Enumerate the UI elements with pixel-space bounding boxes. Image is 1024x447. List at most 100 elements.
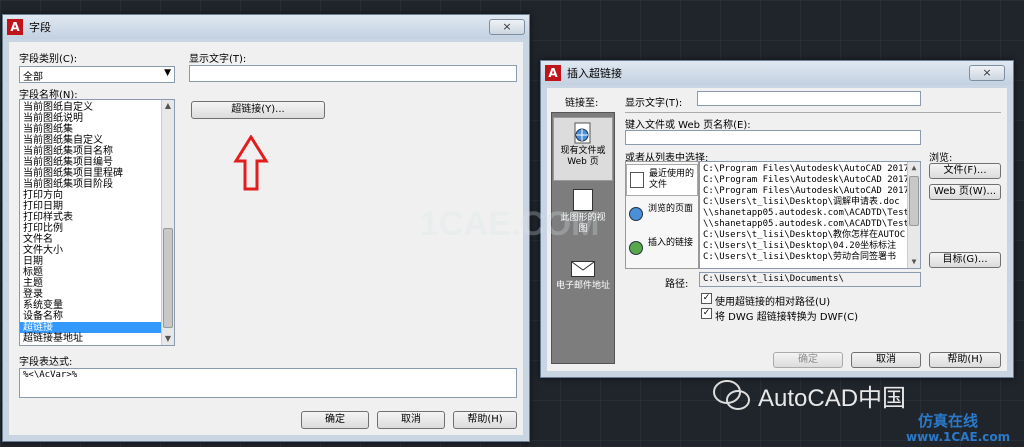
recent-file-item[interactable]: C:\Users\t_lisi\Desktop\调解申请表.doc: [700, 197, 920, 208]
recent-file-item[interactable]: C:\Program Files\Autodesk\AutoCAD 2017\: [700, 175, 920, 186]
field-name-item[interactable]: 打印日期: [20, 201, 174, 212]
url-label: 键入文件或 Web 页名称(E):: [625, 120, 751, 131]
display-text-input[interactable]: [697, 91, 921, 106]
scroll-down-icon[interactable]: ▼: [162, 333, 174, 345]
browse-label: 浏览:: [929, 153, 953, 164]
brand-watermark: AutoCAD中国: [758, 385, 907, 412]
recent-file-item[interactable]: C:\Users\t_lisi\Desktop\教你怎样在AUTOC: [700, 230, 920, 241]
web-page-button[interactable]: Web 页(W)...: [929, 184, 1001, 200]
expression-field: %<\AcVar>%: [19, 368, 517, 398]
red-arrow-annotation: [233, 135, 269, 191]
convert-dwf-checkbox[interactable]: ✓: [701, 308, 712, 319]
file-button[interactable]: 文件(F)...: [929, 163, 1001, 179]
scroll-up-icon[interactable]: ▲: [908, 162, 920, 174]
nav-email[interactable]: 电子邮件地址: [553, 253, 613, 317]
source-tabs: 最近使用的文件 浏览的页面 插入的链接: [625, 161, 699, 269]
ok-button[interactable]: 确定: [773, 352, 843, 368]
field-name-item[interactable]: 当前图纸集项目里程碑: [20, 168, 174, 179]
browsed-pages-icon: [629, 207, 643, 221]
recent-file-item[interactable]: \\shanetapp05.autodesk.com\ACADTD\Test_: [700, 208, 920, 219]
globe-file-icon: [572, 122, 594, 146]
field-name-item[interactable]: 打印样式表: [20, 212, 174, 223]
tab-browsed-pages-label: 浏览的页面: [648, 204, 694, 214]
tab-inserted-links-label: 插入的链接: [648, 238, 694, 248]
hyperlink-dialog-client: 链接至: 现有文件或 Web 页 此图形的视图 电子邮件地址 显示文字(T): …: [547, 88, 1007, 371]
recent-file-item[interactable]: C:\Users\t_lisi\Desktop\04.20坐标标注: [700, 241, 920, 252]
field-category-label: 字段类别(C):: [19, 54, 78, 65]
cancel-button[interactable]: 取消: [851, 352, 921, 368]
nav-existing-file[interactable]: 现有文件或 Web 页: [553, 117, 613, 181]
relative-path-checkbox[interactable]: ✓: [701, 293, 712, 304]
field-names-list[interactable]: 当前图纸自定义 当前图纸说明 当前图纸集 当前图纸集自定义 当前图纸集项目名称 当前图纸集…: [19, 99, 175, 346]
path-field: C:\Users\t_lisi\Documents\: [699, 272, 921, 287]
field-name-item[interactable]: 日期: [20, 256, 174, 267]
email-icon: [571, 261, 595, 277]
field-name-item[interactable]: 文件大小: [20, 245, 174, 256]
field-name-item[interactable]: 当前图纸说明: [20, 113, 174, 124]
field-name-item[interactable]: 登录: [20, 289, 174, 300]
field-category-select[interactable]: 全部 ▼: [19, 66, 175, 83]
scroll-thumb[interactable]: [909, 176, 919, 226]
wechat-icon: [712, 378, 752, 414]
field-name-item[interactable]: 超链接基地址: [20, 333, 174, 344]
display-text-label: 显示文字(T):: [625, 98, 683, 109]
recent-files-list[interactable]: C:\Program Files\Autodesk\AutoCAD 2017\ C…: [699, 161, 921, 269]
dialog-title: 插入超链接: [567, 67, 622, 80]
recent-file-item[interactable]: C:\Users\t_lisi\Desktop\劳动合同签署书: [700, 252, 920, 263]
field-name-item[interactable]: 系统变量: [20, 300, 174, 311]
recent-file-item[interactable]: \\shanetapp05.autodesk.com\ACADTD\Test_: [700, 219, 920, 230]
tab-recent-files-label: 最近使用的文件: [649, 169, 695, 190]
divider: [625, 112, 1001, 113]
field-name-item[interactable]: 当前图纸自定义: [20, 102, 174, 113]
field-name-item[interactable]: 超链接: [20, 322, 174, 333]
close-button[interactable]: ×: [489, 19, 525, 35]
display-text-label: 显示文字(T):: [189, 54, 247, 65]
field-name-item[interactable]: 当前图纸集: [20, 124, 174, 135]
scroll-down-icon[interactable]: ▼: [908, 256, 920, 268]
tab-inserted-links[interactable]: 插入的链接: [626, 234, 698, 266]
tab-recent-files[interactable]: 最近使用的文件: [626, 164, 698, 196]
recent-file-item[interactable]: C:\Program Files\Autodesk\AutoCAD 2017\: [700, 186, 920, 197]
nav-email-label: 电子邮件地址: [555, 281, 610, 291]
dialog-title: 字段: [29, 21, 51, 34]
field-name-item[interactable]: 打印方向: [20, 190, 174, 201]
field-name-item[interactable]: 当前图纸集项目编号: [20, 157, 174, 168]
scroll-up-icon[interactable]: ▲: [162, 100, 174, 112]
target-button[interactable]: 目标(G)...: [929, 252, 1001, 268]
field-list-scrollbar[interactable]: ▲ ▼: [161, 100, 174, 345]
field-name-item[interactable]: 打印比例: [20, 223, 174, 234]
autocad-logo-icon: A: [545, 65, 561, 81]
field-name-item[interactable]: 标题: [20, 267, 174, 278]
field-name-item[interactable]: 当前图纸集项目阶段: [20, 179, 174, 190]
center-watermark: 1CAE.COM: [420, 205, 600, 243]
field-name-item[interactable]: 文件名: [20, 234, 174, 245]
insert-hyperlink-dialog: A 插入超链接 × 链接至: 现有文件或 Web 页 此图形的视图 电子邮件地址…: [540, 60, 1014, 378]
site-watermark-top: 仿真在线: [918, 412, 979, 430]
relative-path-label: 使用超链接的相对路径(U): [715, 297, 831, 308]
tab-browsed-pages[interactable]: 浏览的页面: [626, 200, 698, 232]
recent-file-item[interactable]: C:\Program Files\Autodesk\AutoCAD 2017\: [700, 164, 920, 175]
field-name-item[interactable]: 设备名称: [20, 311, 174, 322]
field-name-item[interactable]: 当前图纸集项目名称: [20, 146, 174, 157]
recent-files-icon: [630, 172, 644, 188]
site-watermark-bottom: www.1CAE.com: [906, 430, 1011, 444]
scroll-thumb[interactable]: [163, 228, 173, 328]
help-button[interactable]: 帮助(H): [453, 411, 517, 429]
field-category-value: 全部: [23, 72, 43, 83]
recent-list-scrollbar[interactable]: ▲ ▼: [907, 162, 920, 268]
chevron-down-icon: ▼: [164, 68, 171, 78]
field-name-item[interactable]: 当前图纸集自定义: [20, 135, 174, 146]
path-label: 路径:: [665, 279, 689, 290]
cancel-button[interactable]: 取消: [377, 411, 445, 429]
hyperlink-dialog-titlebar: A 插入超链接: [541, 61, 1013, 85]
ok-button[interactable]: 确定: [301, 411, 369, 429]
display-text-input[interactable]: [189, 65, 517, 82]
field-name-item[interactable]: 主题: [20, 278, 174, 289]
close-button[interactable]: ×: [969, 65, 1005, 81]
hyperlink-button[interactable]: 超链接(Y)...: [191, 101, 325, 119]
inserted-links-icon: [629, 241, 643, 255]
help-button[interactable]: 帮助(H): [929, 352, 1001, 368]
convert-dwf-label: 将 DWG 超链接转换为 DWF(C): [715, 312, 858, 323]
field-dialog-titlebar: A 字段: [3, 15, 529, 39]
url-input[interactable]: [625, 130, 921, 145]
